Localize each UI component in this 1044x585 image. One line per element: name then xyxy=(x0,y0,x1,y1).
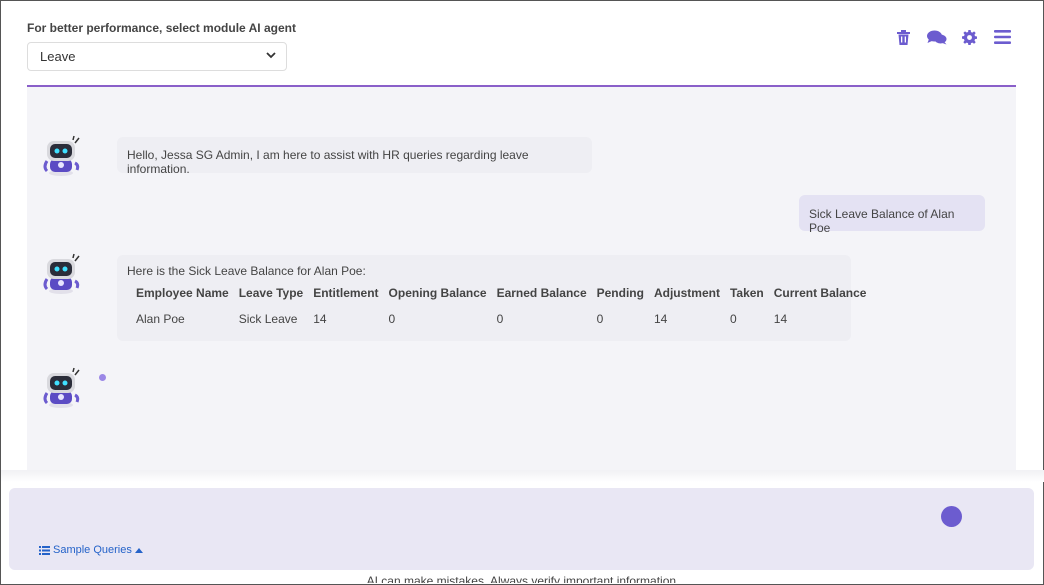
chat-area: Hello, Jessa SG Admin, I am here to assi… xyxy=(27,87,1016,470)
table-cell: 0 xyxy=(729,312,737,326)
chat-history-button[interactable] xyxy=(920,25,953,49)
chevron-down-icon xyxy=(266,51,276,62)
table-row: Alan Poe Sick Leave 14 0 0 0 14 0 14 xyxy=(131,306,871,332)
trash-icon xyxy=(897,29,910,45)
table-cell: 14 xyxy=(313,312,327,326)
menu-button[interactable] xyxy=(986,25,1019,49)
settings-button[interactable] xyxy=(953,25,986,49)
column-header: Taken xyxy=(729,286,764,300)
message-input[interactable]: Sample Queries xyxy=(9,488,1034,570)
column-header: Earned Balance xyxy=(496,286,587,300)
module-label: For better performance, select module AI… xyxy=(27,21,296,35)
caret-up-icon xyxy=(134,547,143,553)
robot-icon xyxy=(43,135,80,176)
toolbar xyxy=(887,25,1019,49)
column-header: Adjustment xyxy=(653,286,720,300)
column-header: Entitlement xyxy=(313,286,379,300)
bot-message-greeting: Hello, Jessa SG Admin, I am here to assi… xyxy=(117,137,592,176)
typing-indicator xyxy=(99,374,106,381)
user-message: Sick Leave Balance of Alan Poe xyxy=(799,195,985,235)
table-cell: 0 xyxy=(388,312,396,326)
column-header: Pending xyxy=(596,286,644,300)
table-header-row: Employee Name Leave Type Entitlement Ope… xyxy=(131,282,871,306)
clear-chat-button[interactable] xyxy=(887,25,920,49)
user-message-text: Sick Leave Balance of Alan Poe xyxy=(809,207,955,235)
column-header: Current Balance xyxy=(773,286,867,300)
response-intro-text: Here is the Sick Leave Balance for Alan … xyxy=(127,264,366,278)
sample-queries-label: Sample Queries xyxy=(53,544,132,556)
app-frame: For better performance, select module AI… xyxy=(0,0,1044,585)
list-icon xyxy=(39,545,50,555)
menu-icon xyxy=(994,30,1011,44)
table-cell: 14 xyxy=(653,312,668,326)
gear-icon xyxy=(962,29,977,45)
robot-icon xyxy=(43,367,80,408)
module-select[interactable]: Leave xyxy=(27,42,287,71)
table-cell: Sick Leave xyxy=(238,312,298,326)
column-header: Opening Balance xyxy=(388,286,487,300)
table-cell: 0 xyxy=(496,312,504,326)
bot-avatar xyxy=(39,253,83,295)
input-divider xyxy=(1,470,1044,482)
table-cell: Alan Poe xyxy=(136,312,185,326)
sample-queries-toggle[interactable]: Sample Queries xyxy=(39,544,143,556)
column-header: Leave Type xyxy=(238,286,304,300)
bot-avatar xyxy=(39,367,83,409)
table-cell: 14 xyxy=(773,312,788,326)
column-header: Employee Name xyxy=(136,286,229,300)
greeting-text: Hello, Jessa SG Admin, I am here to assi… xyxy=(127,148,529,176)
disclaimer-text: AI can make mistakes. Always verify impo… xyxy=(366,574,680,583)
bot-avatar xyxy=(39,135,83,177)
module-selected-value: Leave xyxy=(40,49,76,64)
leave-balance-table: Employee Name Leave Type Entitlement Ope… xyxy=(131,282,871,332)
chat-icon xyxy=(926,30,946,44)
send-button[interactable] xyxy=(941,506,962,527)
robot-icon xyxy=(43,253,80,294)
table-cell: 0 xyxy=(596,312,604,326)
bot-message-leave-balance: Here is the Sick Leave Balance for Alan … xyxy=(117,255,866,341)
